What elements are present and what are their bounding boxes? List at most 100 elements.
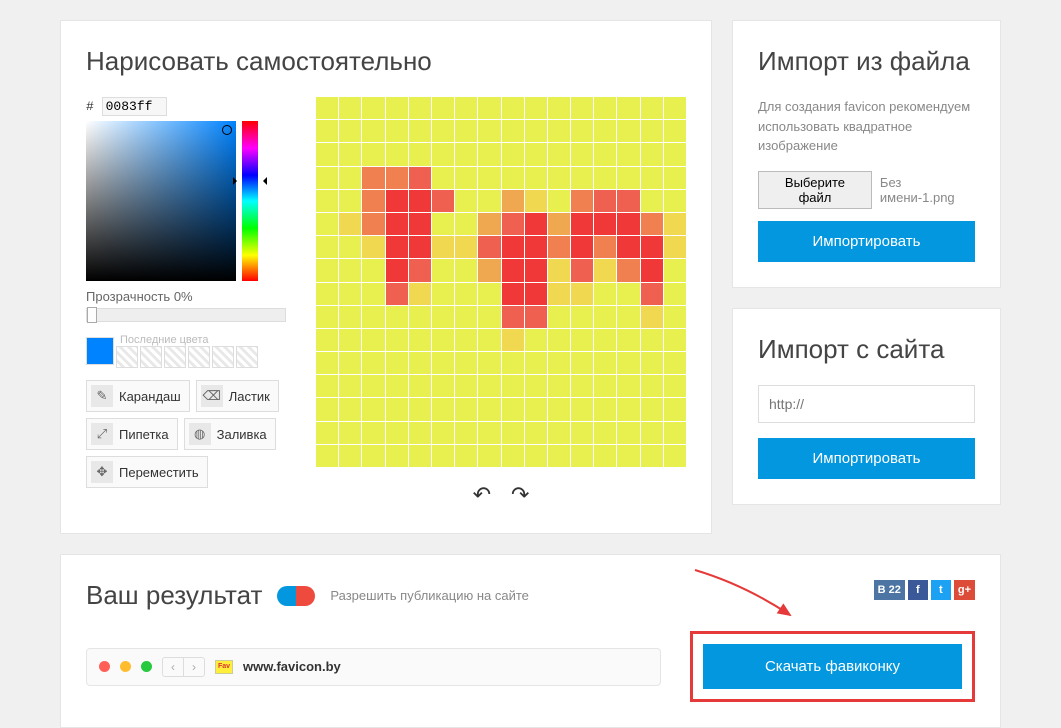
pixel-cell[interactable] <box>641 120 663 142</box>
pixel-cell[interactable] <box>502 213 524 235</box>
pixel-cell[interactable] <box>594 329 616 351</box>
pixel-cell[interactable] <box>362 329 384 351</box>
pixel-cell[interactable] <box>617 259 639 281</box>
pixel-cell[interactable] <box>502 375 524 397</box>
pixel-cell[interactable] <box>571 259 593 281</box>
redo-button[interactable]: ↷ <box>511 482 529 508</box>
pixel-cell[interactable] <box>548 143 570 165</box>
pixel-cell[interactable] <box>478 167 500 189</box>
pixel-cell[interactable] <box>502 398 524 420</box>
pixel-cell[interactable] <box>617 329 639 351</box>
pixel-cell[interactable] <box>362 120 384 142</box>
pixel-cell[interactable] <box>339 190 361 212</box>
pixel-cell[interactable] <box>525 352 547 374</box>
pixel-cell[interactable] <box>571 97 593 119</box>
pixel-cell[interactable] <box>316 283 338 305</box>
pixel-cell[interactable] <box>409 329 431 351</box>
pixel-cell[interactable] <box>409 236 431 258</box>
pixel-cell[interactable] <box>386 352 408 374</box>
pixel-cell[interactable] <box>339 445 361 467</box>
pixel-cell[interactable] <box>339 143 361 165</box>
twitter-share-button[interactable]: t <box>931 580 951 600</box>
pixel-cell[interactable] <box>386 422 408 444</box>
choose-file-button[interactable]: Выберите файл <box>758 171 872 209</box>
pixel-cell[interactable] <box>316 190 338 212</box>
saturation-value-picker[interactable] <box>86 121 236 281</box>
pixel-cell[interactable] <box>339 422 361 444</box>
pixel-cell[interactable] <box>502 259 524 281</box>
pixel-cell[interactable] <box>641 167 663 189</box>
pixel-cell[interactable] <box>409 398 431 420</box>
pixel-cell[interactable] <box>617 352 639 374</box>
opacity-thumb[interactable] <box>87 307 97 323</box>
pixel-cell[interactable] <box>478 236 500 258</box>
pixel-cell[interactable] <box>548 375 570 397</box>
recent-swatch[interactable] <box>212 346 234 368</box>
pixel-cell[interactable] <box>478 329 500 351</box>
pixel-cell[interactable] <box>548 236 570 258</box>
pencil-tool[interactable]: ✎Карандаш <box>86 380 190 412</box>
pixel-cell[interactable] <box>548 97 570 119</box>
pixel-cell[interactable] <box>548 329 570 351</box>
pixel-cell[interactable] <box>362 445 384 467</box>
pixel-cell[interactable] <box>386 259 408 281</box>
pixel-cell[interactable] <box>594 306 616 328</box>
pixel-cell[interactable] <box>664 259 686 281</box>
pixel-cell[interactable] <box>432 236 454 258</box>
pixel-cell[interactable] <box>316 167 338 189</box>
pixel-cell[interactable] <box>617 236 639 258</box>
pixel-cell[interactable] <box>502 422 524 444</box>
pixel-cell[interactable] <box>409 375 431 397</box>
pixel-cell[interactable] <box>641 422 663 444</box>
back-icon[interactable]: ‹ <box>163 658 184 676</box>
pixel-cell[interactable] <box>432 259 454 281</box>
pixel-cell[interactable] <box>664 190 686 212</box>
import-file-button[interactable]: Импортировать <box>758 221 975 262</box>
pixel-cell[interactable] <box>339 398 361 420</box>
pixel-cell[interactable] <box>316 259 338 281</box>
pixel-cell[interactable] <box>432 329 454 351</box>
pixel-cell[interactable] <box>362 375 384 397</box>
sv-cursor[interactable] <box>222 125 232 135</box>
recent-swatch[interactable] <box>140 346 162 368</box>
pixel-cell[interactable] <box>664 422 686 444</box>
pixel-cell[interactable] <box>502 283 524 305</box>
pixel-cell[interactable] <box>594 190 616 212</box>
pixel-cell[interactable] <box>409 167 431 189</box>
pixel-cell[interactable] <box>478 352 500 374</box>
pixel-cell[interactable] <box>316 398 338 420</box>
pixel-cell[interactable] <box>664 329 686 351</box>
fill-tool[interactable]: ◍Заливка <box>184 418 276 450</box>
pixel-cell[interactable] <box>409 120 431 142</box>
pixel-cell[interactable] <box>525 259 547 281</box>
pixel-cell[interactable] <box>455 97 477 119</box>
pixel-cell[interactable] <box>502 352 524 374</box>
pixel-cell[interactable] <box>664 375 686 397</box>
pixel-cell[interactable] <box>386 143 408 165</box>
pixel-cell[interactable] <box>641 190 663 212</box>
pixel-cell[interactable] <box>478 259 500 281</box>
recent-swatch[interactable] <box>116 346 138 368</box>
pixel-cell[interactable] <box>571 213 593 235</box>
pixel-cell[interactable] <box>594 398 616 420</box>
pixel-cell[interactable] <box>339 213 361 235</box>
pixel-cell[interactable] <box>525 97 547 119</box>
hue-slider[interactable] <box>242 121 258 281</box>
pixel-cell[interactable] <box>664 143 686 165</box>
pixel-cell[interactable] <box>641 236 663 258</box>
pixel-cell[interactable] <box>455 167 477 189</box>
pixel-cell[interactable] <box>525 375 547 397</box>
pixel-cell[interactable] <box>409 306 431 328</box>
pixel-cell[interactable] <box>362 97 384 119</box>
pixel-cell[interactable] <box>617 143 639 165</box>
pixel-cell[interactable] <box>664 306 686 328</box>
pixel-cell[interactable] <box>594 375 616 397</box>
pixel-cell[interactable] <box>362 398 384 420</box>
pixel-cell[interactable] <box>455 213 477 235</box>
pixel-cell[interactable] <box>478 190 500 212</box>
pixel-cell[interactable] <box>478 445 500 467</box>
pixel-cell[interactable] <box>455 236 477 258</box>
pixel-cell[interactable] <box>641 306 663 328</box>
pixel-cell[interactable] <box>432 213 454 235</box>
pixel-cell[interactable] <box>525 143 547 165</box>
